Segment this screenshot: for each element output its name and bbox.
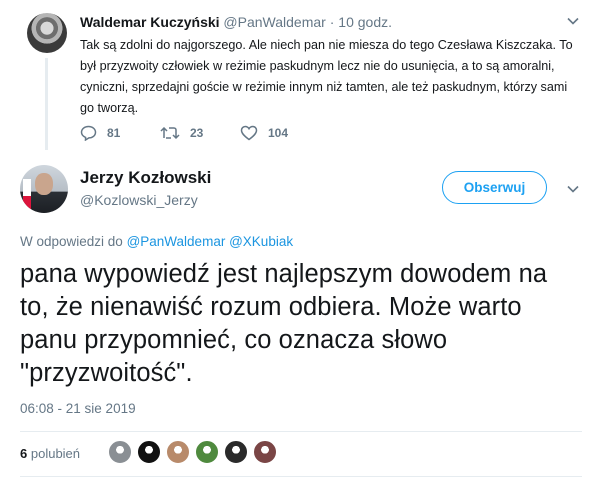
parent-tweet-header: Waldemar Kuczyński @PanWaldemar · 10 god… (80, 14, 392, 30)
main-author-handle[interactable]: @Kozlowski_Jerzy (80, 192, 198, 208)
likes-count: 6 (20, 446, 28, 461)
parent-author-handle[interactable]: @PanWaldemar (223, 14, 325, 30)
main-author-avatar[interactable] (20, 165, 68, 213)
retweet-button[interactable]: 23 (160, 125, 240, 141)
retweet-icon (160, 126, 180, 140)
parent-author-avatar[interactable] (27, 13, 67, 53)
heart-icon (240, 125, 258, 141)
avatar-flag-detail (23, 179, 31, 213)
main-tweet-text: pana wypowiedź jest najlepszym dowodem n… (20, 260, 548, 387)
likes-summary[interactable]: 6 polubień (20, 446, 80, 461)
parent-author-name[interactable]: Waldemar Kuczyński (80, 14, 220, 30)
main-chevron-down-icon[interactable] (566, 182, 580, 196)
liker-avatars (108, 440, 282, 464)
retweet-count: 23 (190, 126, 204, 140)
thread-connector-line (45, 58, 48, 150)
reply-context: W odpowiedzi do @PanWaldemar @XKubiak (20, 234, 293, 249)
liker-avatar-3[interactable] (166, 440, 190, 464)
parent-tweet-text: Tak są zdolni do najgorszego. Ale niech … (80, 38, 573, 115)
meta-separator: · (329, 14, 335, 30)
reply-count: 81 (107, 126, 121, 140)
reply-prefix: W odpowiedzi do (20, 234, 123, 249)
divider (20, 476, 582, 477)
parent-chevron-down-icon[interactable] (566, 14, 580, 28)
avatar-face-detail (35, 173, 53, 195)
like-count: 104 (268, 126, 289, 140)
liker-avatar-6[interactable] (253, 440, 277, 464)
reply-mention-link[interactable]: @XKubiak (229, 234, 293, 249)
parent-action-bar: 81 23 104 (80, 125, 288, 141)
main-author-name[interactable]: Jerzy Kozłowski (80, 168, 211, 188)
tweet-timestamp[interactable]: 06:08 - 21 sie 2019 (20, 401, 136, 416)
parent-tweet[interactable]: Waldemar Kuczyński @PanWaldemar · 10 god… (0, 0, 602, 150)
like-button[interactable]: 104 (240, 125, 288, 141)
liker-avatar-5[interactable] (224, 440, 248, 464)
follow-button[interactable]: Obserwuj (442, 171, 547, 204)
liker-avatar-2[interactable] (137, 440, 161, 464)
divider (20, 431, 582, 432)
likes-label: polubień (30, 446, 81, 461)
liker-avatar-1[interactable] (108, 440, 132, 464)
reply-icon (80, 125, 97, 141)
liker-avatar-4[interactable] (195, 440, 219, 464)
parent-time-ago[interactable]: 10 godz. (338, 14, 392, 30)
reply-mention-link[interactable]: @PanWaldemar (127, 234, 226, 249)
reply-button[interactable]: 81 (80, 125, 160, 141)
